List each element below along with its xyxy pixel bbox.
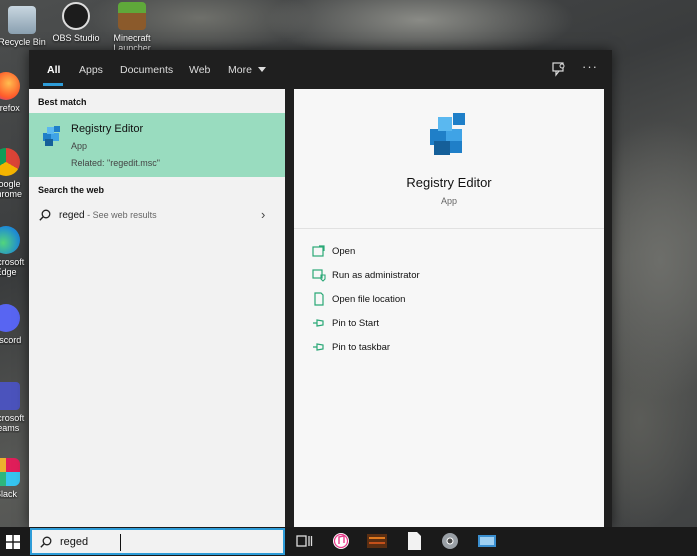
preview-header: Registry Editor App bbox=[294, 89, 604, 229]
tab-web[interactable]: Web bbox=[189, 64, 210, 76]
minecraft-icon bbox=[118, 2, 146, 30]
desktop-icon-minecraft[interactable]: Minecraft Launcher bbox=[102, 2, 162, 50]
desktop-icon-discord[interactable]: Discord bbox=[0, 304, 26, 345]
pin-icon bbox=[313, 319, 324, 327]
search-icon bbox=[39, 209, 51, 221]
best-match-subtitle: App bbox=[71, 141, 88, 151]
preview-subtitle: App bbox=[440, 196, 457, 206]
edge-icon bbox=[0, 226, 20, 254]
search-web-heading: Search the web bbox=[38, 185, 105, 195]
open-file-location-label: Open file location bbox=[332, 294, 406, 305]
discord-icon bbox=[0, 304, 20, 332]
best-match-related: Related: "regedit.msc" bbox=[71, 158, 160, 168]
chevron-right-icon: › bbox=[261, 207, 266, 222]
chrome-icon[interactable] bbox=[440, 531, 460, 551]
chrome-icon bbox=[0, 148, 20, 176]
best-match-result[interactable]: Registry Editor App Related: "regedit.ms… bbox=[29, 113, 285, 177]
search-tabs-bar: All Apps Documents Web More ··· bbox=[29, 50, 612, 89]
feedback-icon[interactable] bbox=[551, 61, 567, 77]
open-action-label: Open bbox=[332, 246, 356, 257]
desktop-icon-teams[interactable]: Microsoft Teams bbox=[0, 382, 26, 433]
text-cursor bbox=[120, 534, 121, 551]
results-pane: Best match Registry Editor App Related: … bbox=[29, 89, 285, 527]
shield-icon bbox=[312, 269, 326, 282]
pin-to-taskbar-label: Pin to taskbar bbox=[332, 342, 391, 353]
active-tab-indicator bbox=[43, 83, 63, 86]
preview-pane: Registry Editor App Open Run as administ… bbox=[294, 89, 604, 527]
teams-icon bbox=[0, 382, 20, 410]
desktop-icon-label: Google Chrome bbox=[0, 179, 22, 199]
more-options-icon[interactable]: ··· bbox=[582, 59, 598, 74]
web-result-query: reged bbox=[59, 210, 85, 221]
run-as-admin-label: Run as administrator bbox=[332, 270, 420, 281]
task-view-icon[interactable] bbox=[294, 531, 314, 551]
desktop-icon-label: OBS Studio bbox=[52, 33, 100, 43]
desktop-icon-slack[interactable]: Slack bbox=[0, 458, 26, 499]
taskbar-search-box[interactable]: reged bbox=[30, 528, 285, 555]
pin-to-start-label: Pin to Start bbox=[332, 318, 379, 329]
firefox-icon bbox=[0, 72, 20, 100]
itunes-icon[interactable] bbox=[331, 531, 351, 551]
registry-editor-icon bbox=[43, 126, 60, 146]
tab-apps[interactable]: Apps bbox=[79, 64, 103, 76]
search-icon bbox=[40, 536, 52, 548]
web-result-suffix: - See web results bbox=[84, 210, 157, 220]
desktop-icon-label: Firefox bbox=[0, 103, 20, 113]
search-panel: All Apps Documents Web More ··· Best mat… bbox=[29, 50, 612, 527]
tab-documents[interactable]: Documents bbox=[120, 64, 173, 76]
desktop-icon-firefox[interactable]: Firefox bbox=[0, 72, 26, 113]
best-match-heading: Best match bbox=[38, 97, 87, 107]
slack-icon bbox=[0, 458, 20, 486]
tab-more[interactable]: More bbox=[228, 64, 266, 76]
remote-desktop-icon[interactable] bbox=[477, 531, 497, 551]
desktop-icon-label: Recycle Bin bbox=[0, 37, 46, 47]
taskbar: reged bbox=[0, 527, 697, 556]
preview-title: Registry Editor bbox=[406, 175, 492, 190]
media-app-icon[interactable] bbox=[367, 531, 387, 551]
windows-start-icon[interactable] bbox=[6, 535, 20, 549]
desktop-icon-recycle-bin[interactable]: Recycle Bin bbox=[0, 6, 52, 47]
pin-icon bbox=[313, 343, 324, 351]
file-icon[interactable] bbox=[404, 531, 424, 551]
desktop-icon-label: Slack bbox=[0, 489, 17, 499]
desktop-icon-label: Microsoft Edge bbox=[0, 257, 25, 277]
desktop-icon-label: Discord bbox=[0, 335, 22, 345]
desktop-icon-chrome[interactable]: Google Chrome bbox=[0, 148, 26, 199]
desktop-icon-label: Microsoft Teams bbox=[0, 413, 25, 433]
chevron-down-icon bbox=[257, 67, 266, 72]
tab-all[interactable]: All bbox=[47, 64, 60, 76]
open-icon bbox=[312, 245, 325, 257]
recycle-bin-icon bbox=[8, 6, 36, 34]
desktop-icon-edge[interactable]: Microsoft Edge bbox=[0, 226, 26, 277]
file-location-icon bbox=[314, 292, 324, 306]
best-match-title: Registry Editor bbox=[71, 123, 144, 135]
web-result-row[interactable]: reged - See web results › bbox=[29, 204, 285, 226]
obs-studio-icon bbox=[62, 2, 90, 30]
registry-editor-large-icon bbox=[430, 113, 465, 155]
desktop-icon-obs-studio[interactable]: OBS Studio bbox=[46, 2, 106, 43]
desktop-icon-label: Minecraft Launcher bbox=[113, 33, 151, 50]
web-result-text: reged - See web results bbox=[59, 210, 157, 221]
taskbar-search-input[interactable]: reged bbox=[60, 536, 88, 548]
tab-more-label: More bbox=[228, 64, 252, 76]
